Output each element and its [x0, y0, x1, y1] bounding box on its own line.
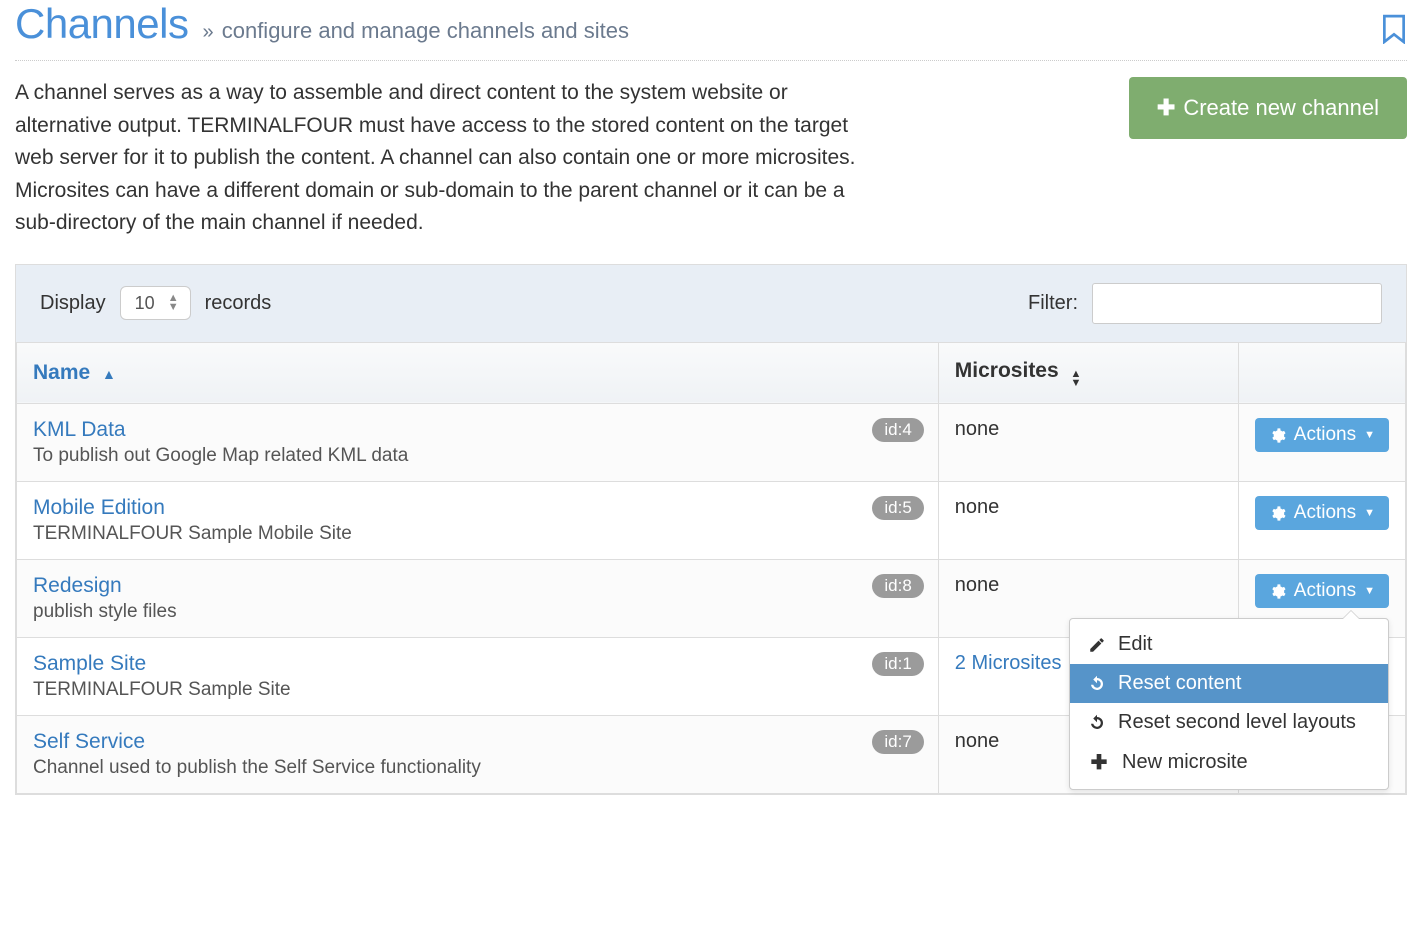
id-badge: id:8 — [872, 574, 923, 598]
dropdown-item[interactable]: Reset second level layouts — [1070, 703, 1388, 742]
page-subtitle: » configure and manage channels and site… — [202, 18, 629, 44]
channel-name-link[interactable]: Sample Site — [33, 652, 146, 676]
intro-text: A channel serves as a way to assemble an… — [15, 77, 875, 240]
dropdown-item-label: New microsite — [1122, 751, 1248, 774]
table-row: Mobile Edition TERMINALFOUR Sample Mobile… — [17, 482, 1406, 560]
gear-icon — [1269, 583, 1286, 600]
gear-icon — [1269, 427, 1286, 444]
channel-name-link[interactable]: Mobile Edition — [33, 496, 165, 520]
gear-icon — [1269, 505, 1286, 522]
column-header-actions — [1238, 342, 1405, 404]
caret-down-icon: ▼ — [1364, 429, 1375, 441]
caret-down-icon: ▼ — [1364, 585, 1375, 597]
microsites-value: none — [955, 496, 1000, 518]
dropdown-item-label: Reset content — [1118, 672, 1241, 695]
table-row: Redesign publish style files id:8 none Actio… — [17, 560, 1406, 638]
page-title: Channels — [15, 0, 188, 48]
actions-button-label: Actions — [1294, 502, 1356, 524]
channel-description: Channel used to publish the Self Service… — [33, 757, 922, 779]
plus-icon: ✚ — [1088, 750, 1110, 775]
channel-description: To publish out Google Map related KML da… — [33, 445, 922, 467]
sort-asc-icon: ▲ — [102, 369, 116, 380]
actions-button[interactable]: Actions ▼ — [1255, 574, 1389, 608]
plus-icon: ✚ — [1157, 97, 1175, 119]
channel-description: TERMINALFOUR Sample Site — [33, 679, 922, 701]
sort-both-icon: ▲▼ — [1071, 370, 1082, 388]
channel-description: publish style files — [33, 601, 922, 623]
actions-button[interactable]: Actions ▼ — [1255, 418, 1389, 452]
create-new-channel-button[interactable]: ✚ Create new channel — [1129, 77, 1407, 139]
page-size-select[interactable]: 10 — [120, 286, 191, 320]
column-header-microsites[interactable]: Microsites ▲▼ — [938, 342, 1238, 404]
refresh-icon — [1088, 675, 1106, 693]
microsites-link[interactable]: 2 Microsites — [955, 652, 1062, 674]
channel-name-link[interactable]: Self Service — [33, 730, 145, 754]
refresh-icon — [1088, 714, 1106, 732]
actions-button-label: Actions — [1294, 580, 1356, 602]
edit-icon — [1088, 636, 1106, 654]
microsites-value: none — [955, 730, 1000, 752]
bookmark-icon[interactable] — [1381, 14, 1407, 44]
microsites-value: none — [955, 418, 1000, 440]
table-row: KML Data To publish out Google Map relate… — [17, 404, 1406, 482]
dropdown-item-label: Edit — [1118, 633, 1152, 656]
column-header-name[interactable]: Name ▲ — [17, 342, 939, 404]
channel-description: TERMINALFOUR Sample Mobile Site — [33, 523, 922, 545]
microsites-value: none — [955, 574, 1000, 596]
actions-dropdown: Edit Reset content Reset second level layo… — [1069, 618, 1389, 790]
dropdown-item-label: Reset second level layouts — [1118, 711, 1356, 734]
dropdown-item[interactable]: Reset content — [1070, 664, 1388, 703]
chevrons-right-icon: » — [202, 21, 213, 43]
actions-button[interactable]: Actions ▼ — [1255, 496, 1389, 530]
dropdown-item[interactable]: Edit — [1070, 625, 1388, 664]
id-badge: id:5 — [872, 496, 923, 520]
dropdown-item[interactable]: ✚ New microsite — [1070, 742, 1388, 783]
id-badge: id:4 — [872, 418, 923, 442]
channel-name-link[interactable]: KML Data — [33, 418, 126, 442]
channel-name-link[interactable]: Redesign — [33, 574, 122, 598]
id-badge: id:1 — [872, 652, 923, 676]
actions-button-label: Actions — [1294, 424, 1356, 446]
id-badge: id:7 — [872, 730, 923, 754]
records-label: records — [205, 292, 272, 315]
caret-down-icon: ▼ — [1364, 507, 1375, 519]
display-label: Display — [40, 292, 106, 315]
filter-input[interactable] — [1092, 283, 1382, 324]
filter-label: Filter: — [1028, 292, 1078, 315]
